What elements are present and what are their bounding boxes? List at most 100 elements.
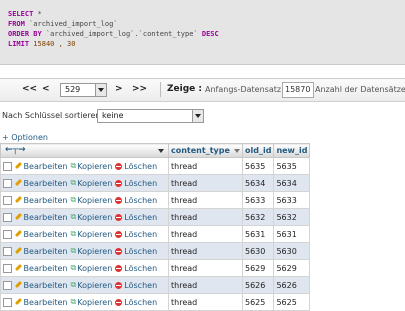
cell-old-id[interactable]: 5631 bbox=[241, 225, 275, 243]
column-resize-arrows-icon[interactable]: ←┬→ bbox=[5, 145, 26, 155]
copy-row-button[interactable]: ⧉Kopieren bbox=[70, 212, 113, 222]
cell-old-id[interactable]: 5634 bbox=[241, 174, 275, 192]
delete-row-button[interactable]: Löschen bbox=[115, 213, 157, 222]
delete-row-button[interactable]: Löschen bbox=[115, 247, 157, 256]
edit-label: Bearbeiten bbox=[23, 195, 68, 205]
copy-icon: ⧉ bbox=[70, 212, 77, 221]
row-actions-cell: Bearbeiten ⧉Kopieren Löschen bbox=[0, 276, 169, 294]
edit-row-button[interactable]: Bearbeiten bbox=[14, 280, 68, 290]
cell-content-type[interactable]: thread bbox=[168, 174, 243, 192]
row-checkbox[interactable] bbox=[3, 263, 12, 273]
delete-icon bbox=[115, 247, 123, 255]
edit-row-button[interactable]: Bearbeiten bbox=[14, 246, 68, 256]
copy-row-button[interactable]: ⧉Kopieren bbox=[71, 280, 113, 290]
prev-page-button[interactable]: < bbox=[42, 84, 50, 94]
edit-row-button[interactable]: Bearbeiten bbox=[14, 230, 68, 239]
sql-desc-keyword: DESC bbox=[201, 30, 219, 38]
cell-new-id[interactable]: 5632 bbox=[273, 208, 311, 226]
table-body: Bearbeiten ⧉Kopieren Löschen thread 5635 5635… bbox=[0, 157, 311, 311]
edit-row-button[interactable]: Bearbeiten bbox=[14, 179, 68, 188]
cell-content-type[interactable]: thread bbox=[168, 208, 243, 226]
copy-row-button[interactable]: ⧉Kopieren bbox=[71, 246, 113, 256]
delete-label: Löschen bbox=[124, 297, 158, 307]
table-row: Bearbeiten ⧉Kopieren Löschen thread 5632 5632 bbox=[0, 208, 311, 226]
cell-old-id[interactable]: 5626 bbox=[241, 276, 275, 294]
cell-old-id[interactable]: 5625 bbox=[241, 293, 275, 311]
delete-row-button[interactable]: Löschen bbox=[115, 196, 157, 205]
row-checkbox[interactable] bbox=[3, 161, 12, 171]
pencil-icon bbox=[14, 297, 22, 306]
cell-old-id[interactable]: 5632 bbox=[241, 208, 275, 226]
row-checkbox[interactable] bbox=[3, 195, 12, 205]
row-checkbox[interactable] bbox=[3, 212, 12, 222]
copy-row-button[interactable]: ⧉Kopieren bbox=[71, 263, 113, 273]
cell-content-type[interactable]: thread bbox=[168, 225, 243, 243]
pencil-icon bbox=[14, 263, 22, 272]
row-actions-cell: Bearbeiten ⧉Kopieren Löschen bbox=[0, 191, 169, 209]
page-select[interactable]: 529 bbox=[60, 83, 107, 97]
edit-label: Bearbeiten bbox=[23, 263, 68, 273]
cell-new-id[interactable]: 5634 bbox=[273, 174, 311, 192]
cell-new-id[interactable]: 5629 bbox=[273, 259, 311, 277]
edit-row-button[interactable]: Bearbeiten bbox=[14, 162, 68, 171]
cell-old-id[interactable]: 5633 bbox=[241, 191, 275, 209]
delete-row-button[interactable]: Löschen bbox=[115, 179, 157, 188]
copy-row-button[interactable]: ⧉Kopieren bbox=[71, 297, 113, 307]
pencil-icon bbox=[14, 246, 22, 255]
cell-content-type[interactable]: thread bbox=[168, 157, 243, 175]
edit-row-button[interactable]: Bearbeiten bbox=[14, 195, 68, 205]
delete-label: Löschen bbox=[124, 212, 158, 222]
copy-row-button[interactable]: ⧉Kopieren bbox=[71, 178, 113, 188]
cell-content-type[interactable]: thread bbox=[168, 242, 243, 260]
cell-content-type[interactable]: thread bbox=[168, 276, 243, 294]
cell-old-id[interactable]: 5629 bbox=[241, 259, 275, 277]
column-header-old-id[interactable]: old_id bbox=[241, 143, 275, 158]
row-checkbox[interactable] bbox=[3, 229, 12, 239]
pagination-bar: << < 529 > >> Zeige : Anfangs-Datensatz:… bbox=[0, 78, 405, 102]
cell-content-type[interactable]: thread bbox=[168, 191, 243, 209]
page-select-value: 529 bbox=[65, 85, 81, 94]
copy-icon: ⧉ bbox=[70, 195, 77, 204]
edit-label: Bearbeiten bbox=[23, 212, 68, 222]
cell-old-id[interactable]: 5635 bbox=[241, 157, 275, 175]
edit-row-button[interactable]: Bearbeiten bbox=[14, 212, 68, 222]
row-checkbox[interactable] bbox=[3, 178, 12, 188]
row-checkbox[interactable] bbox=[3, 246, 12, 256]
first-page-button[interactable]: << bbox=[22, 84, 37, 94]
sort-desc-icon bbox=[233, 148, 240, 153]
cell-new-id[interactable]: 5630 bbox=[273, 242, 311, 260]
options-toggle[interactable]: + Optionen bbox=[2, 133, 48, 142]
delete-row-button[interactable]: Löschen bbox=[115, 281, 157, 290]
sql-select-keyword: SELECT bbox=[8, 10, 34, 18]
row-checkbox[interactable] bbox=[3, 280, 12, 290]
column-header-new-id[interactable]: new_id bbox=[273, 143, 311, 158]
last-page-button[interactable]: >> bbox=[132, 84, 147, 94]
cell-content-type[interactable]: thread bbox=[168, 293, 243, 311]
cell-new-id[interactable]: 5626 bbox=[273, 276, 311, 294]
cell-new-id[interactable]: 5625 bbox=[273, 293, 311, 311]
row-checkbox[interactable] bbox=[3, 297, 12, 307]
delete-row-button[interactable]: Löschen bbox=[115, 162, 157, 171]
delete-row-button[interactable]: Löschen bbox=[115, 298, 157, 307]
column-menu-icon[interactable] bbox=[158, 149, 164, 153]
next-page-button[interactable]: > bbox=[115, 84, 123, 94]
delete-row-button[interactable]: Löschen bbox=[115, 264, 157, 273]
copy-row-button[interactable]: ⧉Kopieren bbox=[70, 195, 113, 205]
start-record-input[interactable] bbox=[282, 82, 314, 98]
delete-row-button[interactable]: Löschen bbox=[115, 230, 157, 239]
edit-row-button[interactable]: Bearbeiten bbox=[14, 263, 68, 273]
copy-row-button[interactable]: ⧉Kopieren bbox=[71, 229, 113, 239]
cell-new-id[interactable]: 5631 bbox=[273, 225, 311, 243]
cell-old-id[interactable]: 5630 bbox=[241, 242, 275, 260]
sort-key-select[interactable]: keine bbox=[97, 109, 204, 123]
cell-content-type[interactable]: thread bbox=[168, 259, 243, 277]
copy-row-button[interactable]: ⧉Kopieren bbox=[71, 161, 113, 171]
table-row: Bearbeiten ⧉Kopieren Löschen thread 5626 5626 bbox=[0, 276, 311, 294]
cell-new-id[interactable]: 5633 bbox=[273, 191, 311, 209]
sql-limit-value: 15840 , 30 bbox=[33, 40, 76, 48]
row-actions-cell: Bearbeiten ⧉Kopieren Löschen bbox=[0, 157, 169, 175]
edit-row-button[interactable]: Bearbeiten bbox=[14, 297, 68, 307]
pencil-icon bbox=[14, 280, 22, 289]
column-header-content-type[interactable]: content_type bbox=[168, 143, 243, 158]
cell-new-id[interactable]: 5635 bbox=[273, 157, 311, 175]
